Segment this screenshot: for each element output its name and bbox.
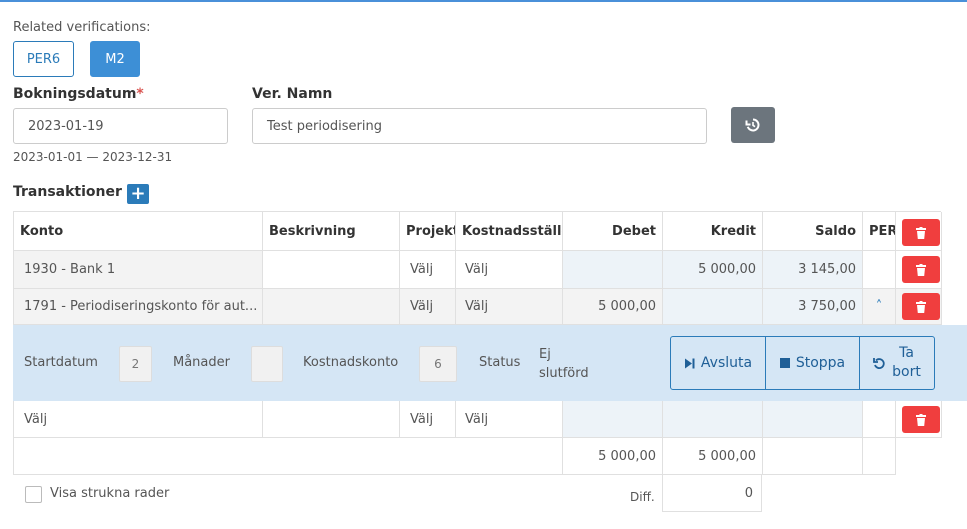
- row3-per: [863, 401, 896, 438]
- col-projekt: Projekt: [400, 212, 456, 251]
- row1-saldo: 3 145,00: [763, 251, 863, 289]
- row3-konto[interactable]: Välj: [14, 401, 263, 438]
- required-mark: *: [136, 86, 144, 102]
- months-label: Månader: [173, 355, 230, 370]
- col-debet: Debet: [563, 212, 663, 251]
- totals-row: 5 000,00 5 000,00: [13, 438, 896, 475]
- ver-name-input[interactable]: Test periodisering: [252, 108, 707, 144]
- stop-button[interactable]: Stoppa: [765, 336, 860, 390]
- remove-label: Ta bort: [892, 344, 921, 382]
- col-per: PER: [863, 212, 896, 251]
- row3-debet[interactable]: [563, 401, 663, 438]
- chevron-up-icon[interactable]: ˄: [863, 289, 896, 325]
- add-transaction-button[interactable]: +: [127, 184, 149, 204]
- trash-icon: [916, 263, 926, 276]
- row2-projekt[interactable]: Välj: [400, 289, 456, 325]
- show-struck-label[interactable]: Visa strukna rader: [50, 486, 169, 501]
- related-chip-per6[interactable]: PER6: [13, 41, 74, 77]
- remove-label-line1: Ta: [899, 345, 914, 361]
- cost-account-label: Kostnadskonto: [303, 355, 399, 370]
- transactions-title: Transaktioner: [13, 184, 122, 200]
- row3-kredit[interactable]: [663, 401, 763, 438]
- row1-beskrivning[interactable]: [263, 251, 400, 289]
- start-date-input[interactable]: 2: [119, 346, 152, 382]
- remove-button[interactable]: Ta bort: [859, 336, 935, 390]
- row1-projekt[interactable]: Välj: [400, 251, 456, 289]
- step-forward-icon: [684, 358, 695, 368]
- ver-name-label: Ver. Namn: [252, 86, 333, 102]
- status-value-line2: slutförd: [539, 366, 589, 381]
- show-struck-checkbox[interactable]: [25, 486, 42, 503]
- trash-icon: [916, 300, 926, 313]
- months-input[interactable]: [251, 346, 283, 382]
- table-row: Välj Välj Välj: [13, 401, 942, 438]
- table-row: 1930 - Bank 1 Välj Välj 5 000,00 3 145,0…: [13, 251, 942, 289]
- periodization-panel: Startdatum 2 Månader Kostnadskonto 6 Sta…: [13, 325, 967, 401]
- diff-label: Diff.: [630, 490, 655, 504]
- booking-date-input[interactable]: 2023-01-19: [13, 108, 228, 144]
- row2-konto[interactable]: 1791 - Periodiseringskonto för aut...: [14, 289, 263, 325]
- status-value: Ej slutförd: [539, 345, 589, 383]
- row1-konto[interactable]: 1930 - Bank 1: [14, 251, 263, 289]
- stop-label: Stoppa: [795, 355, 846, 371]
- row3-saldo: [763, 401, 863, 438]
- row3-kostnadsstalle[interactable]: Välj: [456, 401, 563, 438]
- row2-kostnadsstalle[interactable]: Välj: [456, 289, 563, 325]
- col-konto: Konto: [14, 212, 263, 251]
- row1-kredit[interactable]: 5 000,00: [663, 251, 763, 289]
- row2-kredit[interactable]: [663, 289, 763, 325]
- remove-label-line2: bort: [892, 364, 921, 380]
- row1-delete-button[interactable]: [902, 256, 940, 283]
- date-range-hint: 2023-01-01 — 2023-12-31: [13, 150, 173, 164]
- delete-all-button[interactable]: [902, 219, 940, 246]
- related-verifications-label: Related verifications:: [13, 20, 151, 35]
- trash-icon: [916, 226, 926, 239]
- status-label: Status: [479, 355, 521, 370]
- status-value-line1: Ej: [539, 347, 551, 362]
- finish-button[interactable]: Avsluta: [670, 336, 766, 390]
- totals-spacer: [14, 438, 563, 475]
- table-row: 1791 - Periodiseringskonto för aut... Vä…: [13, 289, 942, 325]
- booking-date-label: Bokningsdatum*: [13, 86, 144, 102]
- col-kostnadsstalle: Kostnadsställe: [456, 212, 563, 251]
- totals-empty-2: [863, 438, 896, 475]
- row1-debet[interactable]: [563, 251, 663, 289]
- history-button[interactable]: [731, 107, 775, 143]
- row3-delete-button[interactable]: [902, 406, 940, 433]
- row2-beskrivning[interactable]: [263, 289, 400, 325]
- row3-projekt[interactable]: Välj: [400, 401, 456, 438]
- row1-per: [863, 251, 896, 289]
- cost-account-input[interactable]: 6: [419, 346, 457, 382]
- col-saldo: Saldo: [763, 212, 863, 251]
- totals-empty-1: [763, 438, 863, 475]
- start-date-label: Startdatum: [24, 355, 98, 370]
- row3-beskrivning[interactable]: [263, 401, 400, 438]
- row2-delete-button[interactable]: [902, 293, 940, 320]
- table-header: Konto Beskrivning Projekt Kostnadsställe…: [13, 211, 942, 251]
- stop-icon: [779, 358, 790, 368]
- total-kredit: 5 000,00: [663, 438, 763, 475]
- history-icon: [745, 118, 760, 132]
- col-beskrivning: Beskrivning: [263, 212, 400, 251]
- undo-icon: [873, 357, 885, 369]
- total-debet: 5 000,00: [563, 438, 663, 475]
- related-chip-m2[interactable]: M2: [90, 41, 140, 77]
- top-accent-line: [0, 0, 967, 2]
- trash-icon: [916, 413, 926, 426]
- booking-date-label-text: Bokningsdatum: [13, 86, 137, 102]
- col-kredit: Kredit: [663, 212, 763, 251]
- finish-label: Avsluta: [700, 355, 753, 371]
- row2-saldo: 3 750,00: [763, 289, 863, 325]
- row1-kostnadsstalle[interactable]: Välj: [456, 251, 563, 289]
- row2-debet[interactable]: 5 000,00: [563, 289, 663, 325]
- diff-value: 0: [662, 475, 762, 512]
